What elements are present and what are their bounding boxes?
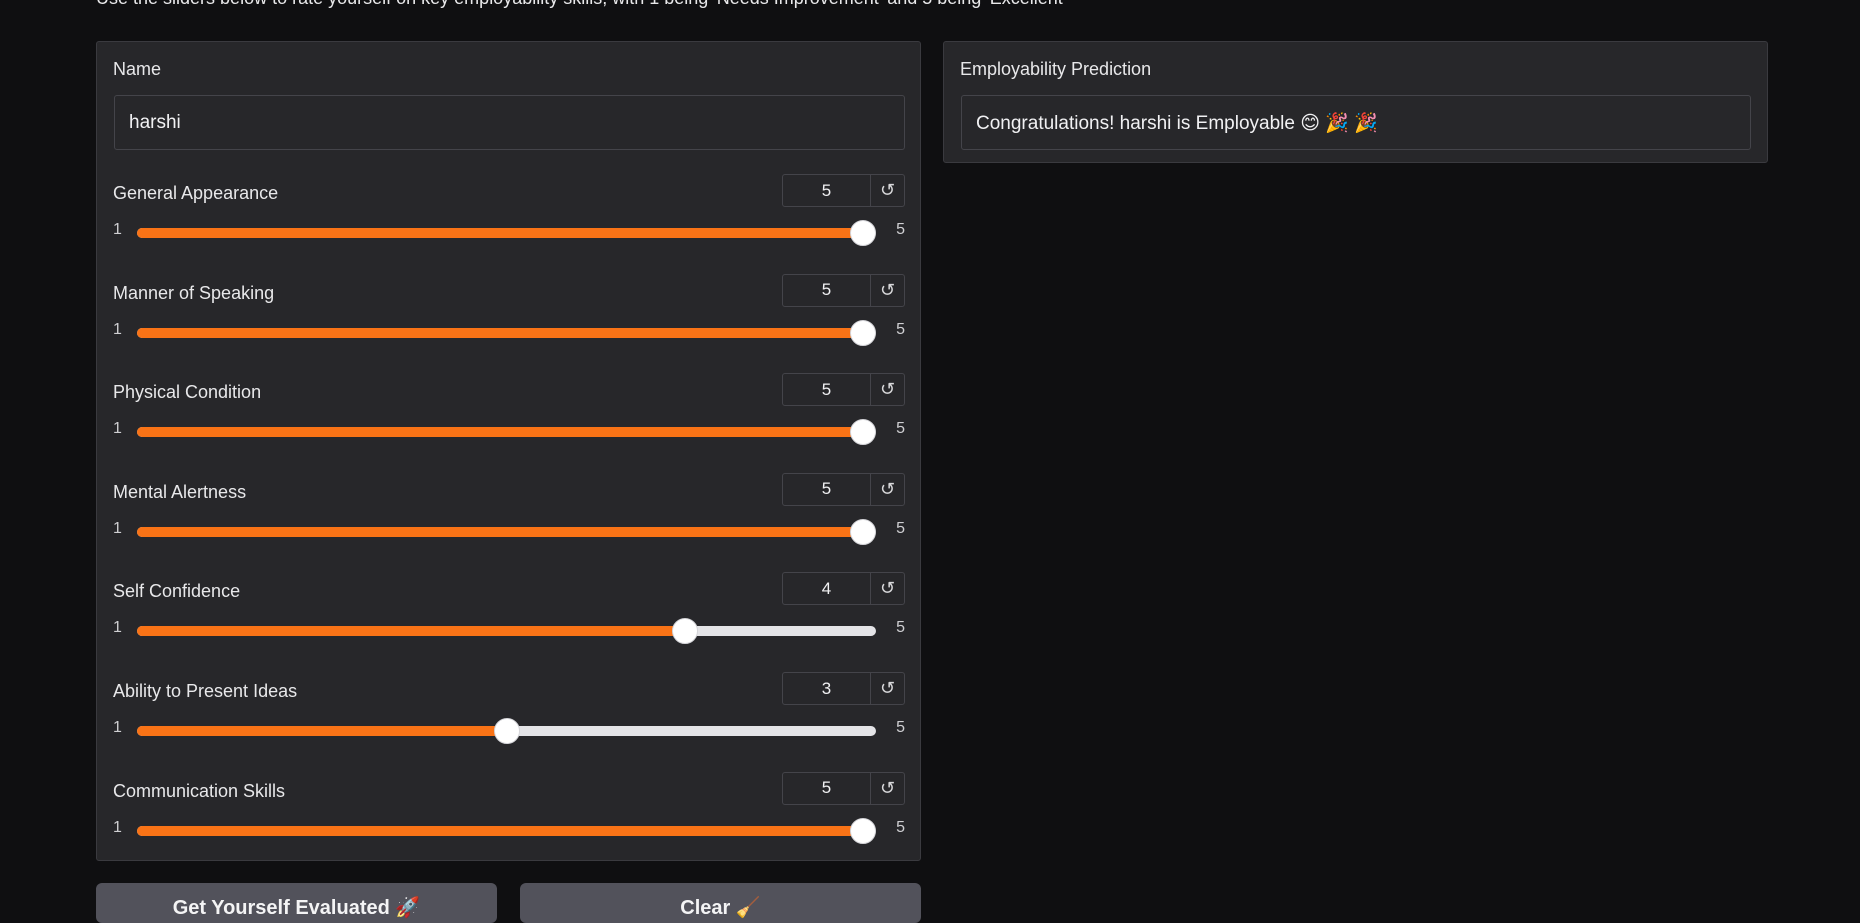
slider-number-box: 3 ↺ <box>782 672 905 705</box>
slider-track[interactable] <box>137 319 876 346</box>
slider-max-label: 5 <box>896 519 905 537</box>
name-label: Name <box>113 59 162 79</box>
slider-number-input[interactable]: 5 <box>783 473 871 505</box>
slider-number-box: 5 ↺ <box>782 373 905 407</box>
slider-track[interactable] <box>137 817 876 844</box>
slider-fill <box>137 228 863 238</box>
slider-number-box: 4 ↺ <box>782 572 905 606</box>
slider-min-label: 1 <box>113 619 122 637</box>
slider-max-label: 5 <box>896 818 905 836</box>
slider-track[interactable] <box>137 718 876 744</box>
slider-label: Self Confidence <box>113 581 241 602</box>
slider-fill <box>137 626 685 637</box>
slider-block: Manner of Speaking 5 ↺ 1 5 <box>113 273 905 373</box>
name-input[interactable]: harshi <box>114 95 905 150</box>
reset-icon[interactable]: ↺ <box>871 474 904 505</box>
slider-track[interactable] <box>137 618 876 645</box>
slider-fill <box>137 726 507 736</box>
reset-icon[interactable]: ↺ <box>871 374 904 405</box>
slider-min-label: 1 <box>113 818 122 836</box>
slider-label: Manner of Speaking <box>113 282 275 303</box>
slider-max-label: 5 <box>896 420 905 438</box>
slider-number-box: 5 ↺ <box>782 472 905 506</box>
prediction-output: Congratulations! harshi is Employable 😊 … <box>961 95 1751 150</box>
slider-fill <box>137 825 863 836</box>
slider-block: Self Confidence 4 ↺ 1 5 <box>113 572 905 671</box>
slider-thumb[interactable] <box>850 817 876 844</box>
slider-min-label: 1 <box>113 519 122 537</box>
slider-min-label: 1 <box>113 420 122 438</box>
slider-thumb[interactable] <box>671 618 698 645</box>
slider-fill <box>137 526 863 537</box>
slider-thumb[interactable] <box>850 518 876 545</box>
slider-number-box: 5 ↺ <box>782 273 905 307</box>
slider-fill <box>137 327 863 338</box>
slider-number-input[interactable]: 5 <box>783 772 871 804</box>
slider-number-input[interactable]: 3 <box>783 673 871 704</box>
slider-max-label: 5 <box>896 619 905 637</box>
reset-icon[interactable]: ↺ <box>871 673 904 704</box>
reset-icon[interactable]: ↺ <box>871 573 904 604</box>
slider-label: Physical Condition <box>113 382 262 403</box>
slider-max-label: 5 <box>896 221 905 238</box>
prediction-panel: Employability Prediction Congratulations… <box>943 41 1768 163</box>
slider-block: Mental Alertness 5 ↺ 1 5 <box>113 472 905 572</box>
prediction-label: Employability Prediction <box>960 59 1152 79</box>
slider-block: Physical Condition 5 ↺ 1 5 <box>113 373 905 472</box>
slider-number-box: 5 ↺ <box>782 771 905 805</box>
ratings-panel: Name harshi General Appearance 5 ↺ 1 5 M… <box>96 41 921 861</box>
slider-number-input[interactable]: 5 <box>783 374 871 406</box>
slider-track[interactable] <box>137 419 876 446</box>
slider-label: Communication Skills <box>113 780 286 801</box>
reset-icon[interactable]: ↺ <box>871 275 904 306</box>
reset-icon[interactable]: ↺ <box>871 175 904 206</box>
slider-number-box: 5 ↺ <box>782 174 905 207</box>
slider-number-input[interactable]: 4 <box>783 573 871 605</box>
reset-icon[interactable]: ↺ <box>871 773 904 804</box>
slider-number-input[interactable]: 5 <box>783 175 871 206</box>
slider-label: General Appearance <box>113 183 279 203</box>
slider-min-label: 1 <box>113 320 122 338</box>
slider-thumb[interactable] <box>850 419 876 446</box>
evaluate-button[interactable]: Get Yourself Evaluated 🚀 <box>96 883 497 923</box>
slider-block: Ability to Present Ideas 3 ↺ 1 5 <box>113 672 905 771</box>
slider-label: Ability to Present Ideas <box>113 681 298 701</box>
slider-min-label: 1 <box>113 221 122 238</box>
slider-thumb[interactable] <box>850 319 876 346</box>
slider-thumb[interactable] <box>493 718 520 744</box>
intro-text: Use the sliders below to rate yourself o… <box>96 0 1066 9</box>
slider-label: Mental Alertness <box>113 481 247 502</box>
slider-number-input[interactable]: 5 <box>783 274 871 306</box>
slider-block: Communication Skills 5 ↺ 1 5 <box>113 771 905 871</box>
clear-button[interactable]: Clear 🧹 <box>520 883 921 923</box>
slider-track[interactable] <box>137 518 876 545</box>
slider-min-label: 1 <box>113 719 122 736</box>
slider-fill <box>137 427 863 438</box>
slider-block: General Appearance 5 ↺ 1 5 <box>113 174 905 273</box>
slider-max-label: 5 <box>896 320 905 338</box>
slider-track[interactable] <box>137 220 876 246</box>
slider-max-label: 5 <box>896 719 905 736</box>
slider-thumb[interactable] <box>850 220 876 246</box>
